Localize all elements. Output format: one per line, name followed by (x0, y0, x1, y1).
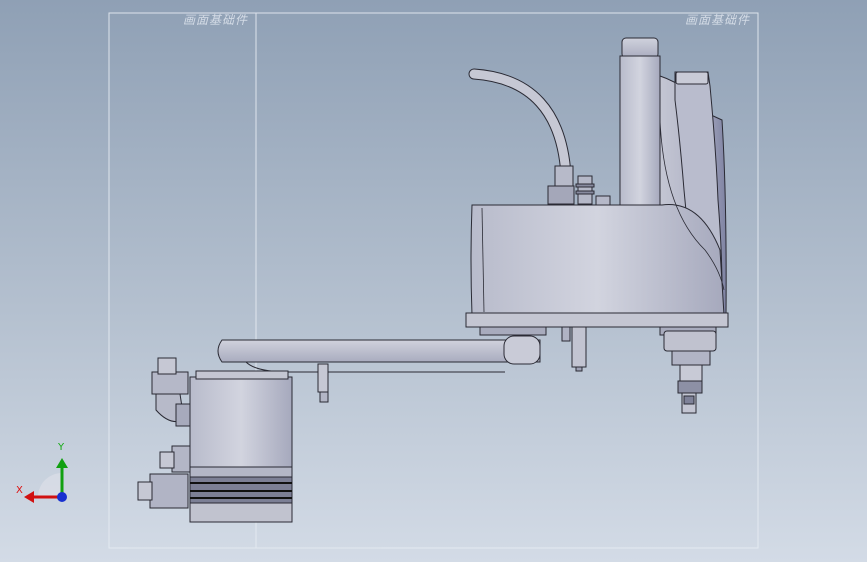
frame-label-right: 画面基础件 (685, 13, 751, 27)
base-joint (561, 326, 587, 372)
cad-viewport[interactable]: 画面基础件 画面基础件 X Y (0, 0, 867, 562)
cable (469, 69, 571, 180)
axis-triad (24, 458, 68, 503)
right-tool (663, 330, 717, 414)
triad-x-label: X (16, 485, 23, 496)
left-motor (137, 357, 293, 523)
robot-drawing (24, 12, 759, 549)
triad-y-label: Y (58, 442, 65, 453)
frame-label-left: 画面基础件 (183, 13, 249, 27)
